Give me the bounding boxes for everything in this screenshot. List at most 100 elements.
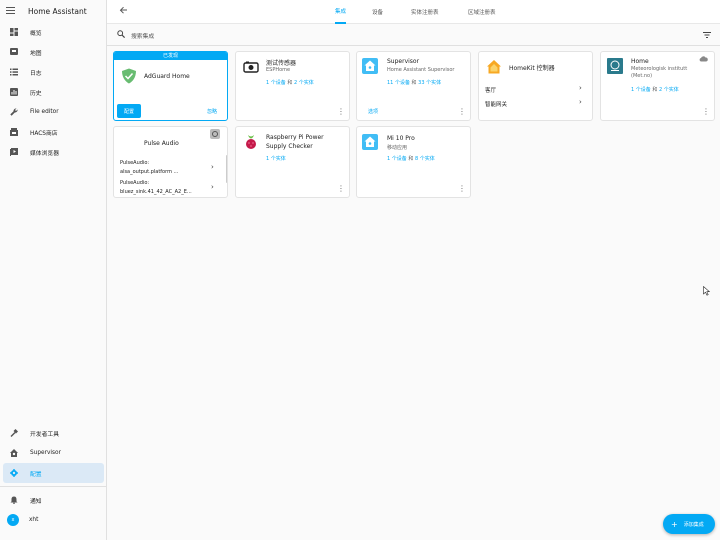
add-integration-button[interactable]: + 添加集成: [663, 514, 715, 534]
card-title: 测试传感器: [266, 60, 297, 67]
integration-card-met[interactable]: Home Meteorologisk institutt (Met.no) 1 …: [600, 51, 715, 121]
sidebar-item-label: File editor: [30, 109, 59, 115]
card-title: Supervisor: [387, 58, 420, 65]
and-text: 和: [408, 156, 414, 162]
tab-entities[interactable]: 实体注册表: [411, 0, 439, 24]
more-options-icon[interactable]: ⋮: [337, 184, 345, 194]
logbook-icon: [9, 68, 18, 77]
app-title: Home Assistant: [28, 6, 87, 16]
cloud-icon: [698, 55, 708, 65]
sidebar-item-label: 地图: [30, 50, 42, 57]
entities-link[interactable]: 2 个实体: [294, 80, 314, 86]
dashboard-icon: [9, 28, 18, 37]
sidebar-item-history[interactable]: 历史: [3, 82, 103, 102]
devices-link[interactable]: 1 个设备: [631, 87, 651, 93]
entities-link[interactable]: 8 个实体: [415, 156, 435, 162]
sidebar-item-file-editor[interactable]: File editor: [3, 102, 103, 122]
met-logo-icon: [607, 58, 623, 74]
sidebar-divider: [0, 486, 107, 487]
more-options-icon[interactable]: ⋮: [458, 107, 466, 117]
sidebar-item-notifications[interactable]: 通知: [3, 490, 104, 510]
and-text: 和: [652, 87, 658, 93]
pulse-entry-1-label: PulseAudio:: [120, 160, 150, 166]
hacs-icon: [9, 128, 18, 137]
media-icon: [9, 148, 18, 157]
card-title: Mi 10 Pro: [387, 135, 415, 142]
sidebar-item-overview[interactable]: 概览: [3, 22, 103, 42]
chevron-right-icon[interactable]: ›: [211, 163, 214, 171]
entities-link[interactable]: 2 个实体: [659, 87, 679, 93]
integration-card-pulseaudio[interactable]: Pulse Audio PulseAudio: alsa_output.plat…: [113, 126, 228, 198]
devices-link[interactable]: 11 个设备: [387, 80, 410, 86]
card-links: 1 个设备 和 2 个实体: [266, 79, 314, 86]
esphome-icon: [243, 59, 259, 75]
sidebar-item-map[interactable]: 地图: [3, 42, 103, 62]
homekit-entry-gateway[interactable]: 智能网关: [485, 100, 507, 108]
sidebar-item-media-browser[interactable]: 媒体浏览器: [3, 142, 103, 162]
supervisor-icon: [9, 449, 18, 458]
plus-icon: +: [671, 519, 678, 529]
configure-button[interactable]: 配置: [117, 104, 141, 118]
search-input[interactable]: 搜索集成: [131, 31, 154, 40]
ignore-button[interactable]: 忽略: [207, 108, 217, 115]
and-text: 和: [411, 80, 417, 86]
homekit-icon: [486, 59, 502, 75]
sidebar-header: Home Assistant: [0, 0, 106, 22]
more-options-icon[interactable]: ⋮: [702, 107, 710, 117]
more-options-icon[interactable]: ⋮: [337, 107, 345, 117]
card-title: Pulse Audio: [144, 140, 179, 147]
scrollbar[interactable]: [226, 155, 227, 183]
card-subtitle: ESPHome: [266, 67, 291, 73]
card-title: Raspberry Pi Power: [266, 134, 324, 141]
tab-integrations[interactable]: 集成: [335, 0, 347, 24]
devices-link[interactable]: 1 个设备: [387, 156, 407, 162]
sidebar-item-label: 通知: [30, 498, 42, 505]
more-options-icon[interactable]: ⋮: [458, 184, 466, 194]
hammer-icon: [9, 429, 18, 438]
sidebar-bottom: 开发者工具 Supervisor 配置 通知 x xht: [0, 423, 107, 530]
integration-card-homekit[interactable]: HomeKit 控制器 客厅 › 智能网关 ›: [478, 51, 593, 121]
pulse-entry-2-name[interactable]: bluez_sink.41_42_AC_A2_E...: [120, 189, 192, 195]
discovered-banner: 已发现: [114, 52, 227, 60]
back-arrow-icon[interactable]: [119, 6, 129, 16]
sidebar-item-developer-tools[interactable]: 开发者工具: [3, 423, 104, 443]
sidebar-item-label: 开发者工具: [30, 431, 59, 438]
sidebar-item-label: HACS商店: [30, 130, 58, 137]
homekit-entry-livingroom[interactable]: 客厅: [485, 86, 496, 94]
map-icon: [9, 48, 18, 57]
history-icon: [9, 88, 18, 97]
menu-icon[interactable]: [6, 6, 16, 16]
tab-areas[interactable]: 区域注册表: [468, 0, 496, 24]
sidebar-item-hacs[interactable]: HACS商店: [3, 122, 103, 142]
sidebar-item-label: 日志: [30, 70, 42, 77]
chevron-right-icon[interactable]: ›: [211, 183, 214, 191]
options-button[interactable]: 选项: [368, 108, 378, 115]
card-title: Home: [631, 58, 649, 65]
sidebar-item-supervisor[interactable]: Supervisor: [3, 443, 104, 463]
card-links: 11 个设备 和 33 个实体: [387, 79, 441, 86]
mouse-cursor-icon: [703, 285, 711, 296]
card-title: HomeKit 控制器: [509, 65, 555, 72]
sidebar-item-label: 概览: [30, 30, 42, 37]
pulse-entry-1-name[interactable]: alsa_output.platform ...: [120, 169, 178, 175]
tab-devices[interactable]: 设备: [372, 0, 383, 24]
card-links: 1 个设备 和 8 个实体: [387, 155, 435, 162]
entities-link[interactable]: 33 个实体: [418, 80, 441, 86]
search-bar: 搜索集成: [107, 24, 720, 46]
sidebar-item-configuration[interactable]: 配置: [3, 463, 104, 483]
entities-link[interactable]: 1 个实体: [266, 155, 286, 162]
integration-card-mobile-app[interactable]: Mi 10 Pro 移动应用 1 个设备 和 8 个实体 ⋮: [356, 126, 471, 198]
sidebar-item-logbook[interactable]: 日志: [3, 62, 103, 82]
sidebar-item-profile[interactable]: x xht: [3, 510, 104, 530]
wrench-icon: [9, 108, 18, 117]
chevron-right-icon[interactable]: ›: [579, 84, 582, 92]
devices-link[interactable]: 1 个设备: [266, 80, 286, 86]
integration-card-raspberry-pi[interactable]: Raspberry Pi Power Supply Checker 1 个实体 …: [235, 126, 350, 198]
integration-card-supervisor[interactable]: Supervisor Home Assistant Supervisor 11 …: [356, 51, 471, 121]
integration-card-esphome[interactable]: 测试传感器 ESPHome 1 个设备 和 2 个实体 ⋮: [235, 51, 350, 121]
adguard-shield-icon: [121, 68, 137, 84]
user-name: xht: [29, 517, 39, 523]
add-integration-label: 添加集成: [683, 521, 704, 528]
chevron-right-icon[interactable]: ›: [579, 98, 582, 106]
filter-icon[interactable]: [703, 31, 712, 40]
